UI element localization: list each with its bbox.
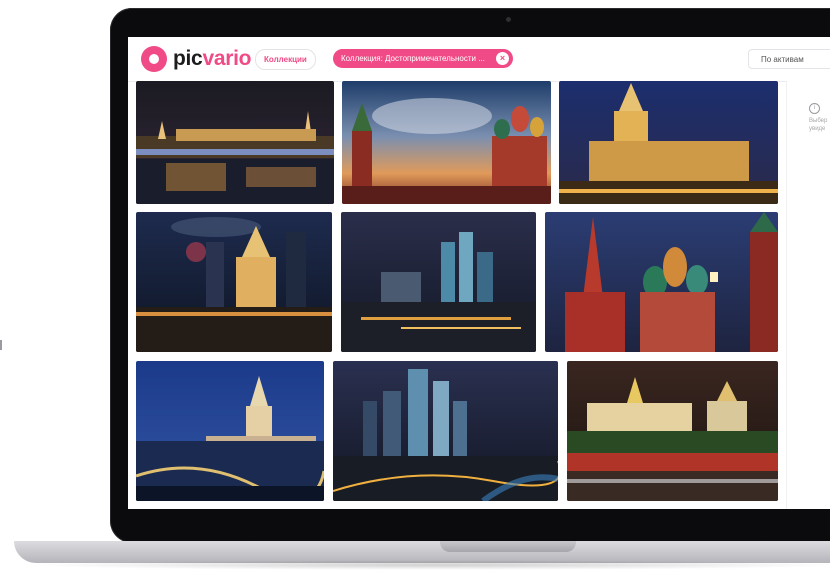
gallery-tile-8[interactable] — [333, 361, 558, 501]
filter-chip-label: Коллекция: Достопримечательности ... — [341, 54, 485, 63]
tile-image — [342, 81, 551, 204]
tile-image — [567, 361, 778, 501]
tile-image — [559, 81, 778, 204]
details-sidebar: i Выбер увиде — [786, 81, 830, 509]
camera-dot — [506, 17, 511, 22]
tile-image — [136, 81, 334, 204]
app-screen: picvario Коллекции Коллекция: Достоприме… — [128, 37, 830, 509]
gallery-tile-4[interactable] — [136, 212, 332, 352]
laptop-shadow — [20, 560, 830, 570]
logo-prefix: pic — [173, 47, 203, 70]
logo[interactable]: picvario — [141, 46, 251, 72]
gallery-tile-6[interactable] — [545, 212, 778, 352]
info-icon: i — [809, 103, 820, 114]
sort-label: По активам — [761, 55, 804, 64]
logo-text: picvario — [173, 47, 251, 71]
gallery-tile-2[interactable] — [342, 81, 551, 204]
top-bar: picvario Коллекции Коллекция: Достоприме… — [128, 37, 830, 82]
gallery-tile-9[interactable] — [567, 361, 778, 501]
tile-image — [136, 361, 324, 501]
logo-icon — [141, 46, 167, 72]
tile-image — [341, 212, 536, 352]
collection-filter-chip[interactable]: Коллекция: Достопримечательности ... × — [333, 49, 513, 68]
sidebar-hint-line-1: Выбер — [809, 118, 828, 124]
gallery-tile-7[interactable] — [136, 361, 324, 501]
gallery-tile-3[interactable] — [559, 81, 778, 204]
laptop-notch — [440, 541, 576, 552]
sort-dropdown[interactable]: По активам ⌄ — [748, 49, 830, 69]
gallery-tile-1[interactable] — [136, 81, 334, 204]
logo-accent: vario — [202, 47, 252, 70]
sidebar-hint: Выбер увиде — [809, 117, 830, 133]
close-icon[interactable]: × — [496, 52, 509, 65]
tile-image — [136, 212, 332, 352]
tile-image — [545, 212, 778, 352]
tile-image — [333, 361, 558, 501]
image-grid — [128, 81, 786, 509]
collections-button[interactable]: Коллекции — [255, 49, 316, 70]
sidebar-hint-line-2: увиде — [809, 126, 826, 132]
edge-mark — [0, 340, 2, 350]
gallery-tile-5[interactable] — [341, 212, 536, 352]
